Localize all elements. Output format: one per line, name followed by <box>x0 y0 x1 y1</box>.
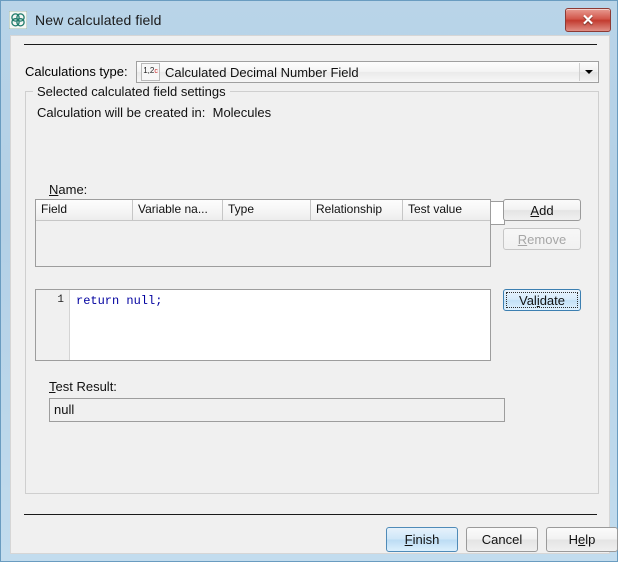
created-in-value: Molecules <box>213 105 272 120</box>
dialog-window: New calculated field ✕ Calculations type… <box>0 0 618 562</box>
test-result-label: Test Result: <box>49 379 117 394</box>
line-number: 1 <box>57 294 64 306</box>
editor-code-area[interactable]: return null; <box>70 290 490 360</box>
add-button[interactable]: Add <box>503 199 581 221</box>
help-button-label: Help <box>569 532 596 547</box>
column-header-relationship[interactable]: Relationship <box>311 200 403 220</box>
add-button-label: Add <box>530 203 553 218</box>
window-title: New calculated field <box>35 12 162 28</box>
remove-button-label: Remove <box>518 232 566 247</box>
column-header-type[interactable]: Type <box>223 200 311 220</box>
dialog-footer: Finish Cancel Help <box>11 515 609 553</box>
finish-button-label: Finish <box>405 532 440 547</box>
header-separator <box>24 44 597 45</box>
test-result-output: null <box>49 398 505 422</box>
finish-button[interactable]: Finish <box>386 527 458 552</box>
molecule-icon <box>9 11 27 29</box>
calculation-created-in: Calculation will be created in: Molecule… <box>37 105 271 120</box>
close-button[interactable]: ✕ <box>565 8 611 32</box>
code-line-1: return null; <box>76 294 162 308</box>
calculations-type-label: Calculations type: <box>25 64 128 79</box>
column-header-variable-name[interactable]: Variable na... <box>133 200 223 220</box>
selected-settings-title: Selected calculated field settings <box>33 84 230 99</box>
title-bar: New calculated field ✕ <box>9 5 611 35</box>
variables-table[interactable]: Field Variable na... Type Relationship T… <box>35 199 491 267</box>
calculations-type-row: Calculations type: 1,2c Calculated Decim… <box>25 61 599 83</box>
variables-table-header: Field Variable na... Type Relationship T… <box>36 200 490 221</box>
close-icon: ✕ <box>582 13 595 28</box>
validate-button[interactable]: Validate <box>503 289 581 311</box>
help-button[interactable]: Help <box>546 527 618 552</box>
created-in-label: Calculation will be created in: <box>37 105 205 120</box>
editor-line-numbers: 1 <box>36 290 70 360</box>
column-header-field[interactable]: Field <box>36 200 133 220</box>
expression-editor[interactable]: 1 return null; <box>35 289 491 361</box>
variables-table-body[interactable] <box>36 221 490 267</box>
chevron-down-icon[interactable] <box>579 63 597 81</box>
remove-button: Remove <box>503 228 581 250</box>
cancel-button[interactable]: Cancel <box>466 527 538 552</box>
validate-button-label: Validate <box>519 293 565 308</box>
calculations-type-combo[interactable]: 1,2c Calculated Decimal Number Field <box>136 61 599 83</box>
cancel-button-label: Cancel <box>482 532 522 547</box>
column-header-test-value[interactable]: Test value <box>403 200 490 220</box>
calculations-type-value: Calculated Decimal Number Field <box>165 65 359 80</box>
name-label: Name: <box>49 182 87 197</box>
decimal-number-icon: 1,2c <box>141 63 160 81</box>
dialog-client-area: Calculations type: 1,2c Calculated Decim… <box>10 35 610 554</box>
